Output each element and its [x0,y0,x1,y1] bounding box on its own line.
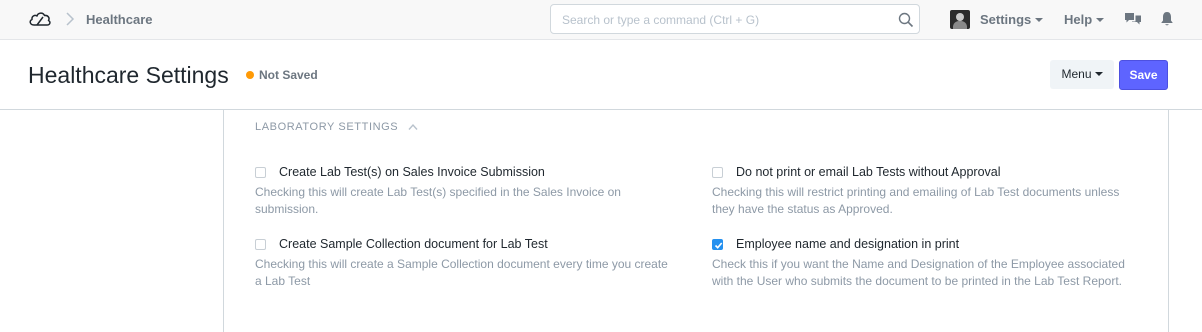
avatar[interactable] [950,10,970,29]
field-employee-name-in-print: Employee name and designation in print C… [712,235,1132,290]
settings-label: Settings [980,12,1032,27]
field-description: Check this if you want the Name and Desi… [712,257,1125,288]
field-require-approval-for-print: Do not print or email Lab Tests without … [712,163,1132,218]
page-title: Healthcare Settings [28,62,229,88]
field-label: Create Sample Collection document for La… [279,237,548,251]
status-badge: Not Saved [246,68,318,82]
chevron-up-icon[interactable] [408,123,418,131]
field-label: Do not print or email Lab Tests without … [736,165,1001,179]
breadcrumb-healthcare[interactable]: Healthcare [86,12,152,27]
help-dropdown[interactable]: Help [1064,12,1105,27]
app-logo-icon[interactable] [28,9,52,29]
bell-icon[interactable] [1160,11,1174,27]
caret-down-icon [1096,18,1105,22]
status-text: Not Saved [259,68,318,82]
checkbox-create-lab-test-on-invoice[interactable] [255,166,266,178]
field-description: Checking this will restrict printing and… [712,185,1120,216]
settings-dropdown[interactable]: Settings [980,12,1044,27]
navbar: Healthcare Search or type a command (Ctr… [0,0,1202,40]
menu-button[interactable]: Menu [1050,60,1114,89]
field-label: Create Lab Test(s) on Sales Invoice Subm… [279,165,545,179]
checkbox-create-sample-collection[interactable] [255,238,266,250]
caret-down-icon [1094,72,1103,76]
checkmark-icon [714,241,723,249]
search-placeholder: Search or type a command (Ctrl + G) [562,13,760,27]
chat-icon[interactable] [1124,11,1142,27]
menu-label: Menu [1061,67,1092,81]
caret-down-icon [1035,18,1044,22]
status-dot-icon [246,71,254,79]
field-description: Checking this will create a Sample Colle… [255,257,668,288]
field-description: Checking this will create Lab Test(s) sp… [255,185,621,216]
page-header: Healthcare Settings Not Saved Menu Save [0,41,1202,110]
field-label: Employee name and designation in print [736,237,960,251]
help-label: Help [1064,12,1093,27]
form-section-laboratory-settings: LABORATORY SETTINGS Create Lab Test(s) o… [223,110,1169,332]
chevron-right-icon [66,12,75,26]
checkbox-employee-name-in-print[interactable] [712,238,723,250]
field-create-sample-collection: Create Sample Collection document for La… [255,235,675,290]
field-create-lab-test-on-invoice: Create Lab Test(s) on Sales Invoice Subm… [255,163,675,218]
save-button[interactable]: Save [1119,60,1168,90]
search-input[interactable]: Search or type a command (Ctrl + G) [550,4,920,34]
section-title[interactable]: LABORATORY SETTINGS [255,121,398,133]
search-icon [898,12,914,28]
checkbox-require-approval-for-print[interactable] [712,166,723,178]
